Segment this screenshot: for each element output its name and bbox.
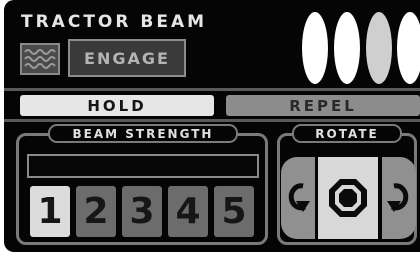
strength-level-4[interactable]: 4 bbox=[168, 186, 208, 237]
hold-button[interactable]: HOLD bbox=[20, 95, 214, 116]
status-light-1 bbox=[302, 12, 328, 84]
strength-level-3[interactable]: 3 bbox=[122, 186, 162, 237]
rotate-label: ROTATE bbox=[292, 124, 402, 143]
stop-rotate-button[interactable] bbox=[318, 157, 378, 239]
wave-icon[interactable] bbox=[20, 43, 60, 75]
divider bbox=[4, 119, 420, 122]
beam-strength-bar bbox=[27, 154, 259, 178]
stop-icon bbox=[329, 179, 367, 217]
beam-strength-label: BEAM STRENGTH bbox=[48, 124, 238, 143]
repel-button[interactable]: REPEL bbox=[226, 95, 420, 116]
panel-title: TRACTOR BEAM bbox=[21, 12, 208, 32]
status-light-4 bbox=[397, 12, 420, 84]
rotate-cw-button[interactable] bbox=[382, 157, 416, 239]
rotate-cw-icon bbox=[387, 183, 409, 212]
engage-button[interactable]: ENGAGE bbox=[68, 39, 186, 77]
divider bbox=[4, 88, 420, 91]
strength-level-5[interactable]: 5 bbox=[214, 186, 254, 237]
strength-level-1[interactable]: 1 bbox=[30, 186, 70, 237]
rotate-ccw-button[interactable] bbox=[281, 157, 315, 239]
status-light-2 bbox=[334, 12, 360, 84]
strength-level-2[interactable]: 2 bbox=[76, 186, 116, 237]
rotate-ccw-icon bbox=[288, 183, 310, 212]
status-light-3 bbox=[366, 12, 392, 84]
